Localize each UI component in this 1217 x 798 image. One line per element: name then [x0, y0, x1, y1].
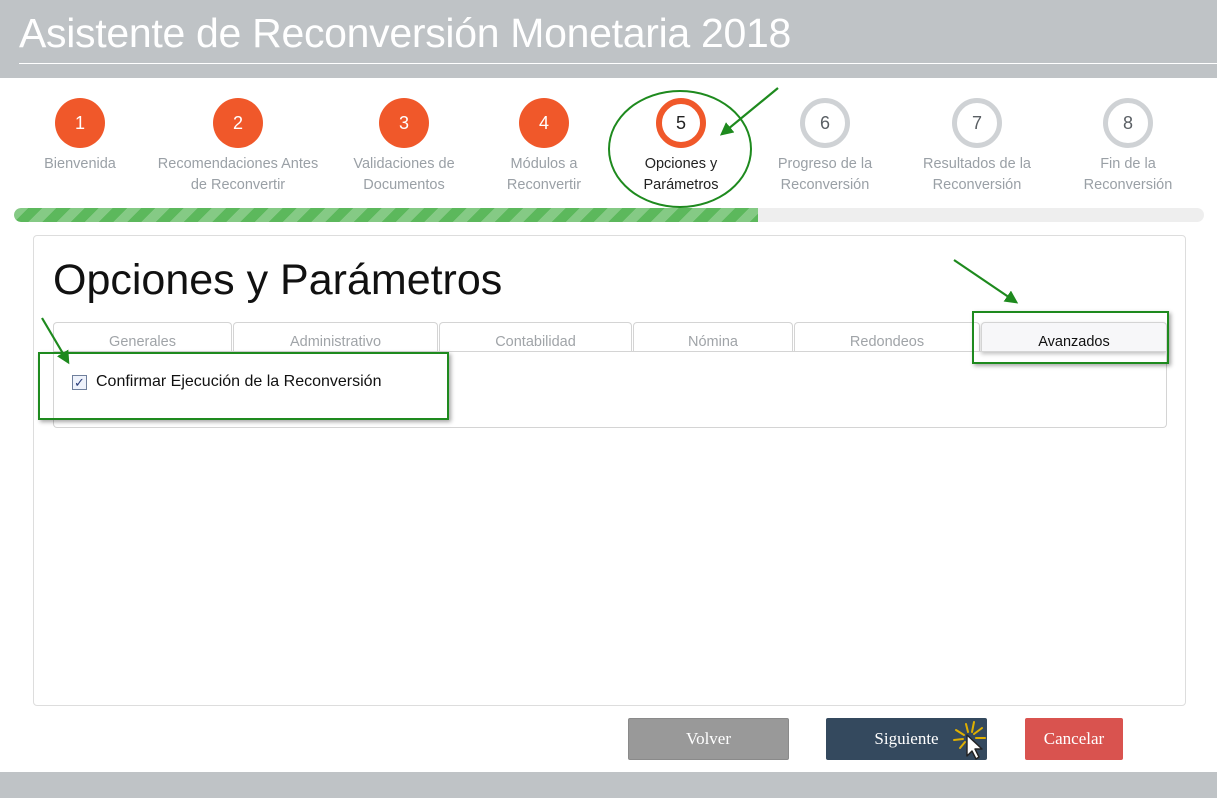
step-number: 7	[952, 98, 1002, 148]
step-number: 8	[1103, 98, 1153, 148]
step-number: 4	[519, 98, 569, 148]
tab-contabilidad[interactable]: Contabilidad	[439, 322, 632, 352]
annotation-box-avanzados	[972, 311, 1169, 364]
step-number: 6	[800, 98, 850, 148]
tab-generales[interactable]: Generales	[53, 322, 232, 352]
page-title: Opciones y Parámetros	[53, 256, 503, 304]
step-number: 3	[379, 98, 429, 148]
step-number: 2	[213, 98, 263, 148]
back-button[interactable]: Volver	[628, 718, 789, 760]
click-cursor-icon	[953, 721, 986, 760]
wizard-progress-bar	[14, 208, 1204, 222]
step-number: 1	[55, 98, 105, 148]
app-footer	[0, 772, 1217, 798]
annotation-box-checkbox	[38, 352, 449, 420]
step-fin: 8 Fin de la Reconversión	[1028, 98, 1217, 196]
tab-nomina[interactable]: Nómina	[633, 322, 793, 352]
tab-redondeos[interactable]: Redondeos	[794, 322, 980, 352]
step-label: Fin de la Reconversión	[1083, 156, 1173, 193]
cancel-button[interactable]: Cancelar	[1025, 718, 1123, 760]
tab-administrativo[interactable]: Administrativo	[233, 322, 438, 352]
wizard-steps: 1 Bienvenida 2 Recomendaciones Antes de …	[0, 0, 1217, 200]
annotation-ellipse-current-step	[608, 90, 752, 208]
progress-fill	[14, 208, 758, 222]
options-panel: Opciones y Parámetros Generales Administ…	[33, 235, 1186, 706]
